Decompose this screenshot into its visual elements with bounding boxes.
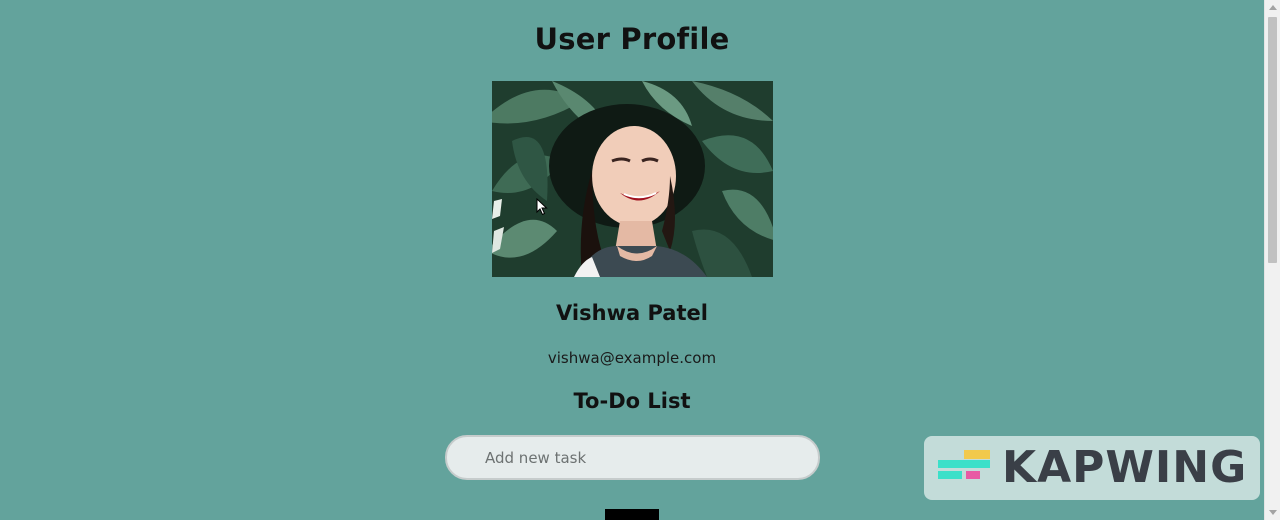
kapwing-watermark: KAPWING xyxy=(924,436,1260,500)
scroll-up-arrow-icon[interactable] xyxy=(1269,5,1277,10)
profile-email: vishwa@example.com xyxy=(547,349,717,367)
profile-name: Vishwa Patel xyxy=(556,301,708,325)
todo-list-title: To-Do List xyxy=(573,389,691,413)
kapwing-logo-icon xyxy=(938,450,990,479)
scrollbar-thumb[interactable] xyxy=(1268,17,1277,263)
add-task-button[interactable] xyxy=(605,509,659,520)
profile-photo xyxy=(492,81,773,277)
page-title: User Profile xyxy=(534,22,730,56)
scroll-down-arrow-icon[interactable] xyxy=(1269,510,1277,515)
new-task-input[interactable] xyxy=(445,435,820,480)
vertical-scrollbar[interactable] xyxy=(1264,0,1280,520)
watermark-text: KAPWING xyxy=(1002,442,1248,493)
mouse-cursor-icon xyxy=(536,198,548,216)
